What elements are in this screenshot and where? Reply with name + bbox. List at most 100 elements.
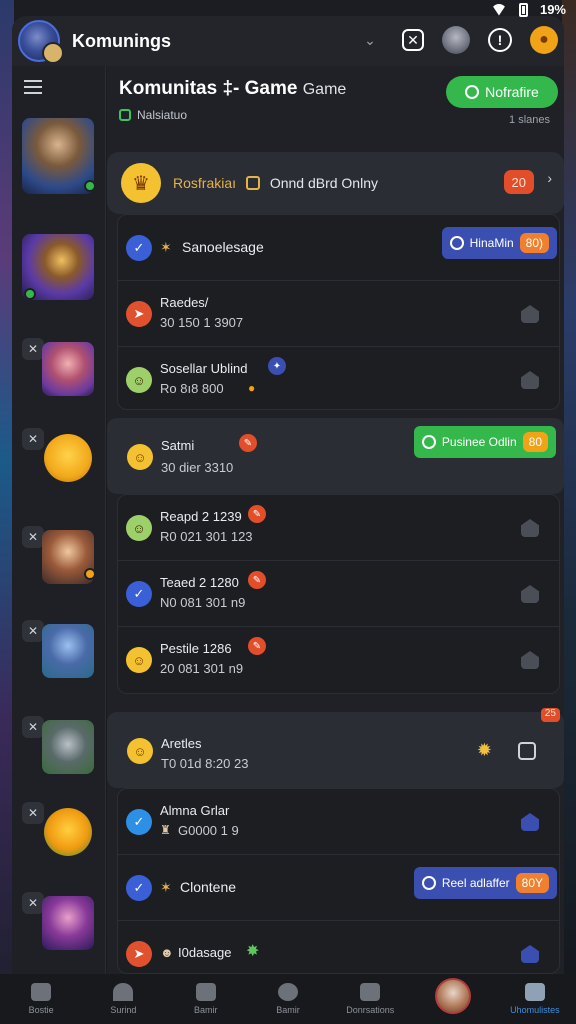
list-item[interactable]: ☺ Sosellar Ublind ✦ Ro 8ı8 800 ●: [118, 347, 559, 413]
badge-icon: [421, 876, 436, 890]
list-item[interactable]: ✓ ✶ Sanoelesage HinaMin 80): [118, 215, 559, 281]
community-pill[interactable]: Reel adlaffer 80Y: [413, 867, 557, 899]
app-screen: 19% Komunings ⌄ ✕ ! ● ✕ ✕ ✕ ✕ ✕ ✕ ✕ Komu…: [0, 0, 576, 1024]
list-item[interactable]: ✓ Almna Grlar ♜ G0000 1 9: [118, 789, 559, 855]
trophy-icon: ♜: [160, 823, 171, 837]
crate-icon: [245, 176, 260, 190]
lock-icon[interactable]: [521, 305, 539, 323]
sparkle-icon: ✶: [160, 239, 172, 255]
community-thumbnail: [42, 624, 94, 678]
nav-communities[interactable]: Uhomulistes: [494, 974, 576, 1024]
close-icon[interactable]: ✕: [22, 716, 44, 738]
close-icon[interactable]: ✕: [22, 526, 44, 548]
battery-icon: [518, 2, 528, 17]
community-thumbnail: [42, 896, 94, 950]
close-icon[interactable]: ✕: [22, 338, 44, 360]
smile-icon: ☺: [126, 367, 152, 393]
list-item[interactable]: 25 ☺ Aretles T0 01d 8:20 23 ✹: [107, 708, 564, 788]
background-art-right: [562, 0, 576, 1024]
corner-badge: 25: [540, 708, 560, 722]
close-icon[interactable]: ✕: [22, 620, 44, 642]
page-subtitle: Nalsiatuo: [119, 108, 187, 122]
chevron-right-icon[interactable]: ›: [547, 170, 552, 186]
check-square-icon: [119, 109, 131, 121]
post-group: ✓ Almna Grlar ♜ G0000 1 9 ✓ ✶ Clontene R…: [117, 788, 560, 974]
lock-icon[interactable]: [521, 813, 539, 831]
tree-icon: [113, 983, 134, 1001]
list-item[interactable]: ✓ ✶ Clontene Reel adlaffer 80Y: [118, 855, 559, 921]
list-item-title: Satmi: [161, 438, 195, 453]
featured-banner[interactable]: ♛ Rosfrakiaı Onnd dBrd Onlny 20 ›: [107, 152, 564, 214]
list-item[interactable]: ➤ Raedes/ 30 150 1 3907: [118, 281, 559, 347]
nav-profile[interactable]: Bamir: [247, 974, 329, 1024]
community-pill[interactable]: Pusinee Odlin 80: [413, 426, 556, 458]
lock-icon[interactable]: [521, 371, 539, 389]
lock-icon[interactable]: [521, 945, 539, 963]
app-avatar[interactable]: [18, 20, 64, 64]
post-group: ☺ Reapd 2 1239 ✎ R0 021 301 123 ✓ Teaed …: [117, 494, 560, 694]
online-indicator: [24, 288, 36, 300]
crown-icon: ♛: [121, 163, 161, 203]
list-item[interactable]: ☺ Satmi ✎ 30 dier 3310 Pusinee Odlin 80: [107, 418, 564, 494]
page-title: Komunitas ‡- Game Game: [119, 78, 346, 100]
smile-icon: ☺: [126, 515, 152, 541]
list-item[interactable]: ☺ Pestile 1286 ✎ 20 081 301 n9: [118, 627, 559, 693]
user-icon: [277, 983, 298, 1001]
square-icon[interactable]: [518, 742, 536, 760]
chevron-down-icon[interactable]: ⌄: [356, 26, 384, 54]
pill-tag: 80: [522, 432, 548, 452]
badge-icon: [421, 435, 436, 449]
power-icon: [465, 85, 480, 99]
arrow-icon: ➤: [126, 941, 152, 967]
menu-icon[interactable]: [24, 80, 42, 94]
list-item[interactable]: ☺ Reapd 2 1239 ✎ R0 021 301 123: [118, 495, 559, 561]
home-icon: [31, 983, 52, 1001]
lock-icon[interactable]: [521, 651, 539, 669]
nav-calendar[interactable]: Bamir: [165, 974, 247, 1024]
list-item-subtitle: Ro 8ı8 800: [160, 381, 224, 396]
list-item[interactable]: ✓ Teaed 2 1280 ✎ N0 081 301 n9: [118, 561, 559, 627]
nav-label: Bamir: [276, 1005, 300, 1015]
list-item-title: Raedes/: [160, 295, 209, 310]
check-icon: ✓: [126, 809, 152, 835]
lock-icon[interactable]: [521, 519, 539, 537]
status-bar: 19%: [0, 0, 576, 22]
info-icon[interactable]: !: [488, 28, 512, 52]
badge-icon: ✎: [248, 571, 266, 589]
list-item-title: Reapd 2 1239: [160, 509, 242, 524]
arrow-icon: ➤: [126, 301, 152, 327]
featured-badge: 20: [503, 170, 534, 194]
close-icon[interactable]: ✕: [22, 428, 44, 450]
community-main: Komunitas ‡- Game Game Nalsiatuo Nofrafi…: [107, 66, 564, 974]
page-title-text: Komunitas ‡- Game: [119, 78, 298, 99]
battery-level: 19%: [539, 2, 566, 17]
community-thumbnail: [22, 118, 94, 194]
badge-icon: ✎: [248, 637, 266, 655]
nav-conversations[interactable]: Donrsations: [329, 974, 411, 1024]
face-icon: ☻: [160, 945, 174, 960]
list-item-subtitle: T0 01d 8:20 23: [161, 756, 249, 771]
notification-button-label: Nofrafire: [485, 84, 539, 100]
badge-icon: ✦: [268, 357, 286, 375]
nav-home[interactable]: Bostie: [0, 974, 82, 1024]
notification-button[interactable]: Nofrafire: [446, 76, 558, 108]
hero-avatar-icon[interactable]: [442, 26, 470, 54]
lock-icon[interactable]: [521, 585, 539, 603]
list-item-title: Teaed 2 1280: [160, 575, 239, 590]
smile-icon: ☺: [127, 444, 153, 470]
mail-icon: [360, 983, 381, 1001]
mask-icon: ●: [248, 381, 256, 395]
close-icon[interactable]: ✕: [22, 892, 44, 914]
x-square-icon[interactable]: ✕: [402, 29, 424, 51]
list-item-title: I0dasage: [178, 945, 232, 960]
list-item-subtitle: G0000 1 9: [178, 823, 239, 838]
community-header: Komunitas ‡- Game Game Nalsiatuo Nofrafi…: [107, 66, 564, 138]
list-item-subtitle: 30 dier 3310: [161, 460, 234, 475]
close-icon[interactable]: ✕: [22, 802, 44, 824]
nav-explore[interactable]: Surind: [82, 974, 164, 1024]
notification-icon[interactable]: ●: [530, 26, 558, 54]
nav-avatar[interactable]: [411, 974, 493, 1024]
pill-label: Pusinee Odlin: [441, 435, 517, 449]
page-title-suffix: Game: [302, 81, 347, 98]
community-pill[interactable]: HinaMin 80): [441, 227, 557, 259]
